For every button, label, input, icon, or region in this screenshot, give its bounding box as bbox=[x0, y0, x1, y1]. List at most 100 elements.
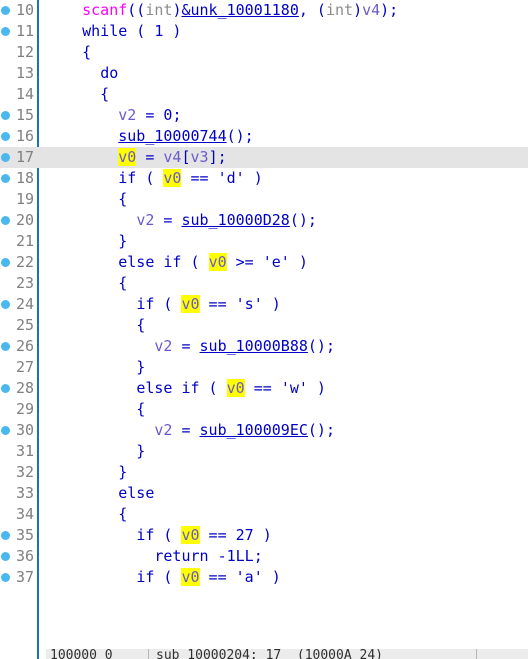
code-token: 'a' bbox=[235, 568, 263, 586]
symbol-link[interactable]: sub_10000744 bbox=[118, 127, 226, 145]
code-token: int bbox=[145, 1, 173, 19]
code-line-text[interactable]: else bbox=[46, 483, 154, 504]
code-line-text[interactable]: if ( v0 == 'a' ) bbox=[46, 567, 281, 588]
line-number: 22 bbox=[15, 253, 34, 271]
line-number: 20 bbox=[15, 211, 34, 229]
code-token: ; bbox=[172, 106, 182, 124]
code-line-text[interactable]: { bbox=[46, 84, 109, 105]
code-line[interactable]: 30 v2 = sub_100009EC(); bbox=[0, 420, 528, 441]
code-line[interactable]: 23 { bbox=[0, 273, 528, 294]
code-line[interactable]: 32 } bbox=[0, 462, 528, 483]
code-line[interactable]: 18 if ( v0 == 'd' ) bbox=[0, 168, 528, 189]
code-line-text[interactable]: else if ( v0 == 'w' ) bbox=[46, 378, 326, 399]
code-line-text[interactable]: v2 = sub_100009EC(); bbox=[46, 420, 335, 441]
code-line-text[interactable]: { bbox=[46, 273, 127, 294]
code-line[interactable]: 15 v2 = 0; bbox=[0, 105, 528, 126]
code-line-text[interactable]: return -1LL; bbox=[46, 546, 262, 567]
symbol-link[interactable]: &unk_10001180 bbox=[181, 1, 298, 19]
highlighted-identifier[interactable]: v0 bbox=[163, 169, 182, 187]
local-variable: v2 bbox=[136, 211, 155, 229]
code-line-text[interactable]: { bbox=[46, 399, 145, 420]
symbol-link[interactable]: sub_10000B88 bbox=[200, 337, 308, 355]
code-line-text[interactable]: while ( 1 ) bbox=[46, 21, 181, 42]
code-line-text[interactable]: v2 = sub_10000D28(); bbox=[46, 210, 317, 231]
code-line[interactable]: 26 v2 = sub_10000B88(); bbox=[0, 336, 528, 357]
code-line[interactable]: 21 } bbox=[0, 231, 528, 252]
highlighted-identifier[interactable]: v0 bbox=[118, 148, 137, 166]
code-token: { bbox=[46, 316, 146, 334]
code-line[interactable]: 34 { bbox=[0, 504, 528, 525]
code-line-text[interactable]: { bbox=[46, 42, 91, 63]
code-line-text[interactable]: else if ( v0 >= 'e' ) bbox=[46, 252, 308, 273]
code-line[interactable]: 22 else if ( v0 >= 'e' ) bbox=[0, 252, 528, 273]
code-line-text[interactable]: if ( v0 == 27 ) bbox=[46, 525, 272, 546]
code-line-text[interactable]: v0 = v4[v3]; bbox=[46, 147, 227, 168]
code-line[interactable]: 13 do bbox=[0, 63, 528, 84]
code-line[interactable]: 37 if ( v0 == 'a' ) bbox=[0, 567, 528, 588]
code-line-text[interactable]: sub_10000744(); bbox=[46, 126, 253, 147]
code-line-text[interactable]: { bbox=[46, 189, 127, 210]
highlighted-identifier[interactable]: v0 bbox=[181, 568, 200, 586]
code-line[interactable]: 28 else if ( v0 == 'w' ) bbox=[0, 378, 528, 399]
code-line[interactable]: 36 return -1LL; bbox=[0, 546, 528, 567]
code-token: , ( bbox=[298, 1, 326, 19]
status-bar[interactable]: 100000 0 sub_10000204: 17 (10000A 24) bbox=[46, 649, 528, 659]
code-token: { bbox=[46, 190, 128, 208]
local-variable: v4 bbox=[362, 1, 381, 19]
line-number: 16 bbox=[15, 127, 34, 145]
code-line[interactable]: 33 else bbox=[0, 483, 528, 504]
line-number: 19 bbox=[15, 190, 34, 208]
code-line[interactable]: 35 if ( v0 == 27 ) bbox=[0, 525, 528, 546]
code-token: ( bbox=[199, 379, 227, 397]
code-line[interactable]: 20 v2 = sub_10000D28(); bbox=[0, 210, 528, 231]
code-line[interactable]: 12 { bbox=[0, 42, 528, 63]
code-token: == bbox=[199, 568, 236, 586]
code-line-text[interactable]: } bbox=[46, 357, 145, 378]
code-line[interactable]: 19 { bbox=[0, 189, 528, 210]
line-number: 33 bbox=[15, 484, 34, 502]
code-token: ) bbox=[262, 568, 281, 586]
code-line-text[interactable]: if ( v0 == 'd' ) bbox=[46, 168, 263, 189]
code-line-text[interactable]: v2 = sub_10000B88(); bbox=[46, 336, 335, 357]
code-line[interactable]: 31 } bbox=[0, 441, 528, 462]
pseudocode-decompiler-view[interactable]: 10 scanf((int)&unk_10001180, (int)v4); 11… bbox=[0, 0, 528, 659]
code-line[interactable]: 25 { bbox=[0, 315, 528, 336]
code-line[interactable]: 14 { bbox=[0, 84, 528, 105]
code-line-text[interactable]: } bbox=[46, 231, 127, 252]
line-number: 21 bbox=[15, 232, 34, 250]
code-token: ( bbox=[127, 22, 155, 40]
code-line-text[interactable]: scanf((int)&unk_10001180, (int)v4); bbox=[46, 0, 398, 21]
highlighted-identifier[interactable]: v0 bbox=[226, 379, 245, 397]
highlighted-identifier[interactable]: v0 bbox=[181, 295, 200, 313]
highlighted-identifier[interactable]: v0 bbox=[181, 526, 200, 544]
code-token: ) bbox=[353, 1, 363, 19]
status-segment-text: 100000 0 bbox=[50, 649, 113, 659]
code-line-text[interactable]: } bbox=[46, 462, 127, 483]
symbol-link[interactable]: sub_10000D28 bbox=[181, 211, 289, 229]
highlighted-identifier[interactable]: v0 bbox=[208, 253, 227, 271]
line-number: 29 bbox=[15, 400, 34, 418]
code-line-text[interactable]: { bbox=[46, 504, 127, 525]
code-line[interactable]: 27 } bbox=[0, 357, 528, 378]
code-listing[interactable]: 10 scanf((int)&unk_10001180, (int)v4); 11… bbox=[0, 0, 528, 647]
code-lines-container[interactable]: 10 scanf((int)&unk_10001180, (int)v4); 11… bbox=[0, 0, 528, 588]
code-line[interactable]: 10 scanf((int)&unk_10001180, (int)v4); bbox=[0, 0, 528, 21]
code-line[interactable]: 16 sub_10000744(); bbox=[0, 126, 528, 147]
code-line-text[interactable]: { bbox=[46, 315, 145, 336]
code-line[interactable]: 24 if ( v0 == 's' ) bbox=[0, 294, 528, 315]
code-line-text[interactable]: v2 = 0; bbox=[46, 105, 181, 126]
code-token: = bbox=[136, 106, 164, 124]
symbol-link[interactable]: sub_100009EC bbox=[200, 421, 308, 439]
code-line-text[interactable]: do bbox=[46, 63, 118, 84]
code-line[interactable]: 11 while ( 1 ) bbox=[0, 21, 528, 42]
code-line-text[interactable]: } bbox=[46, 441, 145, 462]
code-line[interactable]: 17 v0 = v4[v3]; bbox=[0, 147, 528, 168]
code-line-text[interactable]: if ( v0 == 's' ) bbox=[46, 294, 281, 315]
code-line[interactable]: 29 { bbox=[0, 399, 528, 420]
code-token: { bbox=[46, 43, 92, 61]
line-number: 17 bbox=[15, 148, 34, 166]
code-token: == bbox=[244, 379, 281, 397]
line-number: 36 bbox=[15, 547, 34, 565]
